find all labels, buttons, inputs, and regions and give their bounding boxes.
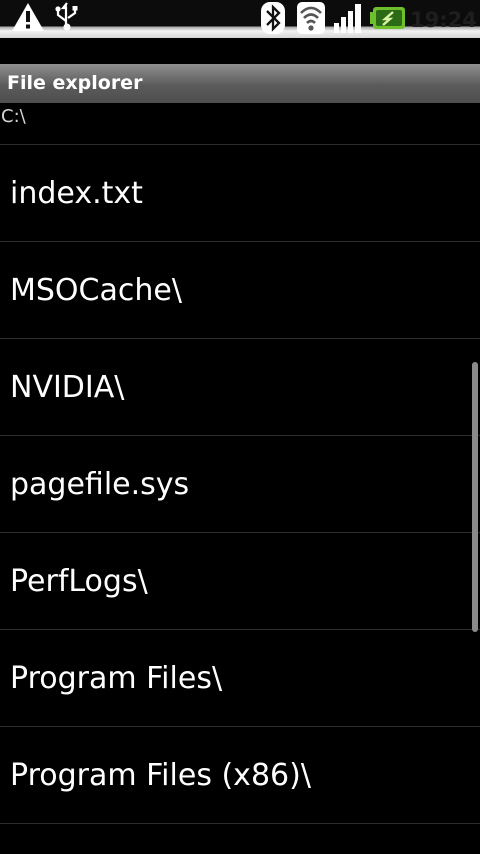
file-name: pagefile.sys <box>10 466 190 502</box>
list-item[interactable]: index.txt <box>0 145 480 242</box>
warning-icon <box>12 3 44 31</box>
file-name: PerfLogs\ <box>10 563 148 599</box>
status-clock: 19:24 <box>410 8 477 32</box>
list-item[interactable]: Program Files (x86)\ <box>0 727 480 824</box>
file-list: index.txt MSOCache\ NVIDIA\ pagefile.sys… <box>0 144 480 824</box>
file-name: NVIDIA\ <box>10 369 125 405</box>
file-name: Program Files (x86)\ <box>10 757 311 793</box>
signal-icon <box>334 4 361 33</box>
scrollbar[interactable] <box>472 362 478 632</box>
file-name: Program Files\ <box>10 660 223 696</box>
file-name: index.txt <box>10 175 143 211</box>
current-path: C:\ <box>1 106 26 127</box>
list-item[interactable]: NVIDIA\ <box>0 339 480 436</box>
list-item[interactable]: pagefile.sys <box>0 436 480 533</box>
file-name: MSOCache\ <box>10 272 182 308</box>
list-item[interactable]: PerfLogs\ <box>0 533 480 630</box>
usb-icon <box>55 2 78 31</box>
app-title: File explorer <box>7 72 143 94</box>
status-bar: 19:24 <box>0 0 480 38</box>
wifi-icon <box>297 2 325 34</box>
battery-charging-icon <box>370 7 405 29</box>
app-title-bar: File explorer <box>0 64 480 103</box>
bluetooth-icon <box>261 2 285 34</box>
list-item[interactable]: MSOCache\ <box>0 242 480 339</box>
list-item[interactable]: Program Files\ <box>0 630 480 727</box>
